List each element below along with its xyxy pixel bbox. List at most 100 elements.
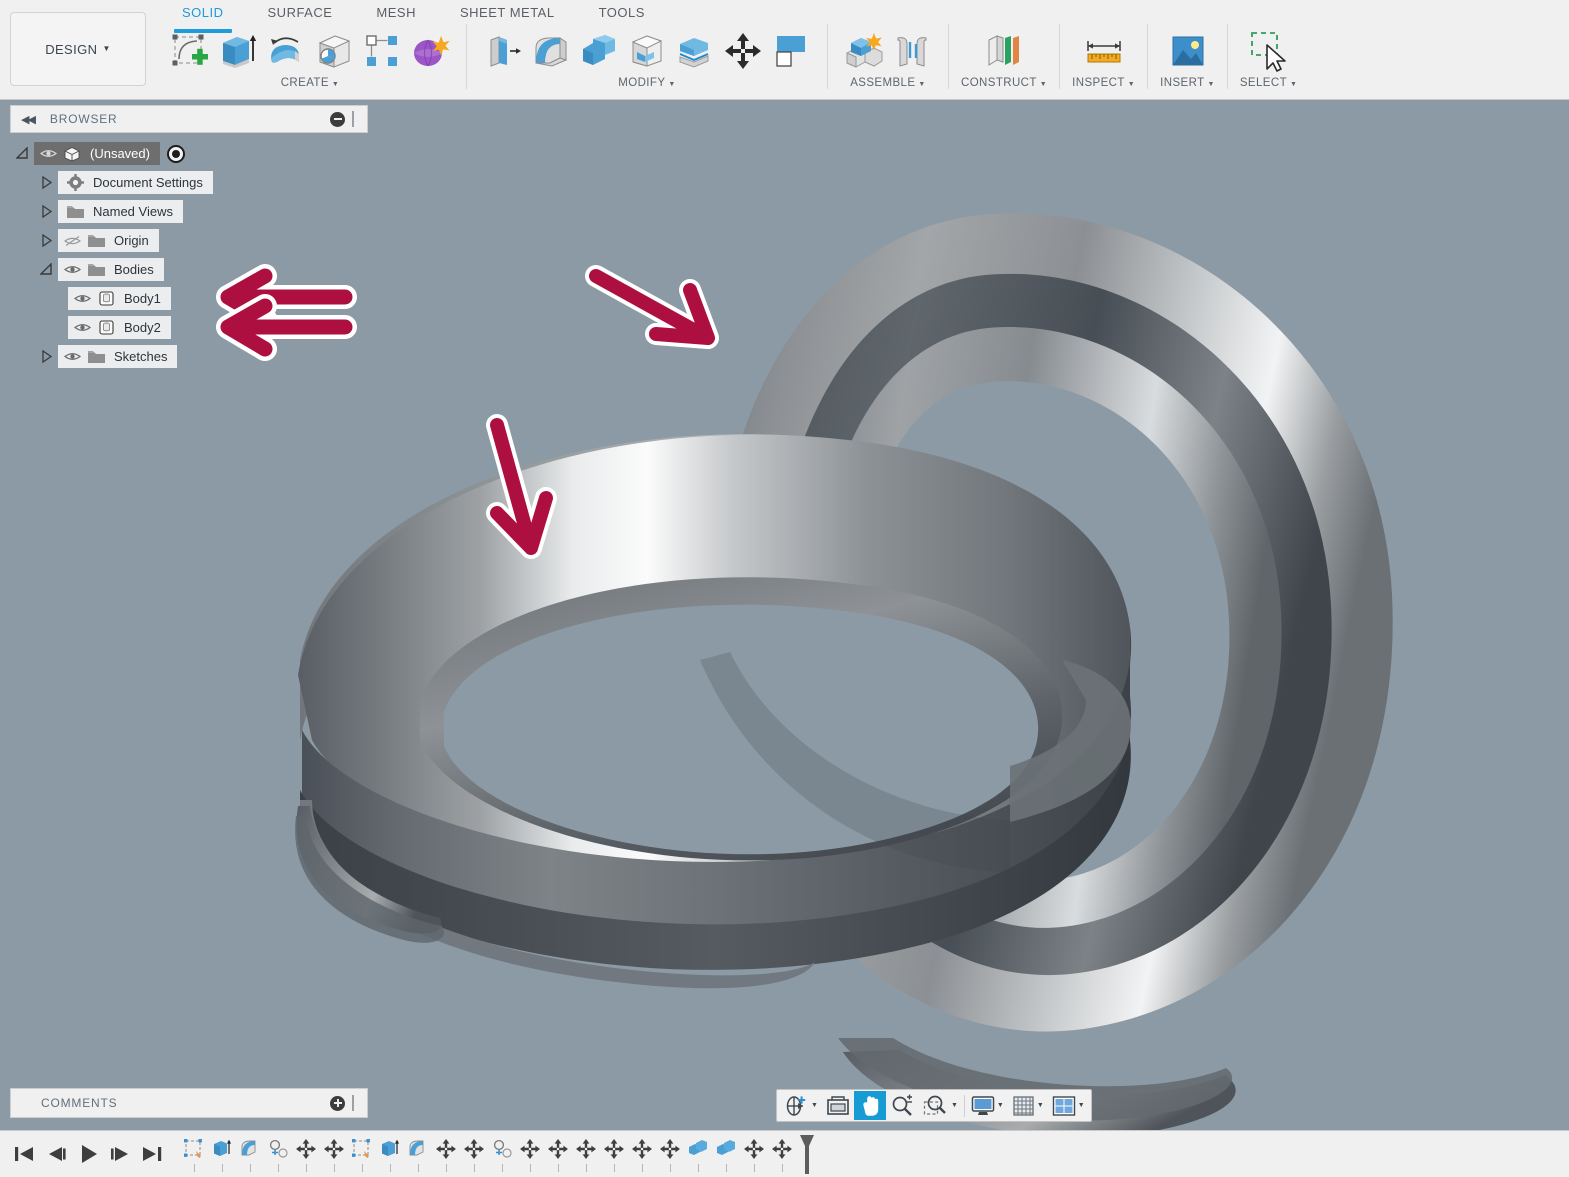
3d-viewport[interactable]: ◀◀ BROWSER — [0, 100, 1569, 1130]
zoom-button[interactable] — [886, 1091, 919, 1120]
visibility-eye-icon[interactable] — [72, 319, 93, 336]
select-group-label[interactable]: SELECT▼ — [1240, 77, 1297, 89]
design-workspace-button[interactable]: DESIGN ▼ — [10, 12, 146, 86]
insert-canvas-button[interactable] — [1164, 26, 1212, 76]
timeline-feature-move[interactable] — [768, 1134, 796, 1174]
timeline-feature-combine[interactable] — [712, 1134, 740, 1174]
draft-button[interactable] — [623, 26, 671, 76]
chevron-down-icon[interactable]: ▼ — [1037, 1102, 1044, 1109]
pan-button[interactable] — [854, 1091, 886, 1120]
timeline-feature-hole[interactable] — [264, 1134, 292, 1174]
tree-item-named-views[interactable]: Named Views — [58, 200, 183, 223]
tree-item-bodies[interactable]: Bodies — [58, 258, 164, 281]
visibility-eye-icon[interactable] — [62, 261, 83, 278]
timeline-feature-move[interactable] — [600, 1134, 628, 1174]
timeline-feature-move[interactable] — [432, 1134, 460, 1174]
tree-item-sketches[interactable]: Sketches — [58, 345, 177, 368]
chevron-down-icon[interactable]: ▼ — [951, 1102, 958, 1109]
display-settings-button[interactable]: ▼ — [967, 1091, 1008, 1120]
viewports-button[interactable]: ▼ — [1048, 1091, 1089, 1120]
timeline-playhead-marker[interactable] — [798, 1133, 816, 1175]
grid-snaps-button[interactable]: ▼ — [1008, 1091, 1048, 1120]
visibility-eye-icon[interactable] — [72, 290, 93, 307]
timeline-feature-sketch[interactable] — [348, 1134, 376, 1174]
revolve-button[interactable] — [262, 26, 310, 76]
measure-button[interactable] — [1080, 26, 1128, 76]
tree-item-body1[interactable]: Body1 — [68, 287, 171, 310]
timeline-feature-combine[interactable] — [684, 1134, 712, 1174]
select-window-button[interactable] — [1245, 26, 1293, 76]
activate-component-radio[interactable] — [167, 145, 185, 163]
chevron-down-icon[interactable]: ▼ — [811, 1102, 818, 1109]
timeline-feature-extrude[interactable] — [376, 1134, 404, 1174]
new-component-button[interactable] — [840, 26, 888, 76]
modify-group-label[interactable]: MODIFY▼ — [618, 77, 675, 89]
align-button[interactable] — [767, 26, 815, 76]
insert-group-label[interactable]: INSERT▼ — [1160, 77, 1215, 89]
timeline-feature-fillet[interactable] — [404, 1134, 432, 1174]
visibility-eye-off-icon[interactable] — [62, 232, 83, 249]
timeline-feature-move[interactable] — [292, 1134, 320, 1174]
timeline-track[interactable] — [180, 1132, 816, 1176]
offset-plane-button[interactable] — [980, 26, 1028, 76]
joint-button[interactable] — [888, 26, 936, 76]
create-form-button[interactable] — [406, 26, 454, 76]
play-button[interactable] — [72, 1135, 104, 1173]
plus-circle-icon[interactable] — [330, 1096, 345, 1111]
twist-collapsed-icon[interactable] — [34, 350, 58, 363]
tree-item-document-settings[interactable]: Document Settings — [58, 171, 213, 194]
orbit-button[interactable]: ▼ — [779, 1091, 822, 1120]
folder-icon — [85, 348, 107, 365]
create-group-label[interactable]: CREATE▼ — [281, 77, 340, 89]
move-copy-button[interactable] — [719, 26, 767, 76]
create-sketch-button[interactable] — [166, 26, 214, 76]
press-pull-button[interactable] — [479, 26, 527, 76]
minus-circle-icon[interactable] — [330, 112, 345, 127]
step-back-button[interactable] — [40, 1135, 72, 1173]
navbar-divider — [964, 1095, 965, 1117]
twist-collapsed-icon[interactable] — [34, 205, 58, 218]
timeline-feature-hole[interactable] — [488, 1134, 516, 1174]
shell-button[interactable] — [575, 26, 623, 76]
assemble-group-label[interactable]: ASSEMBLE▼ — [850, 77, 926, 89]
fit-button[interactable]: ▼ — [919, 1091, 962, 1120]
front-ring-body[interactable] — [295, 434, 1131, 988]
collapse-panel-icon[interactable]: ◀◀ — [17, 113, 38, 126]
extrude-button[interactable] — [214, 26, 262, 76]
timeline-feature-move[interactable] — [320, 1134, 348, 1174]
timeline-feature-move[interactable] — [460, 1134, 488, 1174]
timeline-feature-sketch[interactable] — [180, 1134, 208, 1174]
timeline-feature-move[interactable] — [572, 1134, 600, 1174]
split-body-button[interactable] — [671, 26, 719, 76]
chevron-down-icon[interactable]: ▼ — [1078, 1102, 1085, 1109]
timeline-feature-move[interactable] — [628, 1134, 656, 1174]
look-at-button[interactable] — [822, 1091, 854, 1120]
timeline-feature-move[interactable] — [516, 1134, 544, 1174]
twist-expanded-icon[interactable] — [34, 263, 58, 276]
tree-item-body2[interactable]: Body2 — [68, 316, 171, 339]
inspect-group-label[interactable]: INSPECT▼ — [1072, 77, 1135, 89]
pattern-button[interactable] — [358, 26, 406, 76]
step-forward-button[interactable] — [104, 1135, 136, 1173]
tree-label-unsaved: (Unsaved) — [90, 146, 150, 161]
comments-resize-grip[interactable] — [352, 1095, 361, 1111]
twist-collapsed-icon[interactable] — [34, 176, 58, 189]
hole-button[interactable] — [310, 26, 358, 76]
construct-group-label[interactable]: CONSTRUCT▼ — [961, 77, 1047, 89]
visibility-eye-icon[interactable] — [38, 145, 59, 162]
timeline-feature-move[interactable] — [656, 1134, 684, 1174]
go-to-end-button[interactable] — [136, 1135, 168, 1173]
timeline-feature-extrude[interactable] — [208, 1134, 236, 1174]
chevron-down-icon[interactable]: ▼ — [997, 1102, 1004, 1109]
go-to-beginning-button[interactable] — [8, 1135, 40, 1173]
timeline-feature-fillet[interactable] — [236, 1134, 264, 1174]
tree-item-origin[interactable]: Origin — [58, 229, 159, 252]
fillet-button[interactable] — [527, 26, 575, 76]
tree-item-unsaved[interactable]: (Unsaved) — [34, 142, 160, 165]
visibility-eye-icon[interactable] — [62, 348, 83, 365]
timeline-feature-move[interactable] — [544, 1134, 572, 1174]
twist-expanded-icon[interactable] — [10, 147, 34, 160]
timeline-feature-move[interactable] — [740, 1134, 768, 1174]
browser-resize-grip[interactable] — [352, 111, 361, 127]
twist-collapsed-icon[interactable] — [34, 234, 58, 247]
